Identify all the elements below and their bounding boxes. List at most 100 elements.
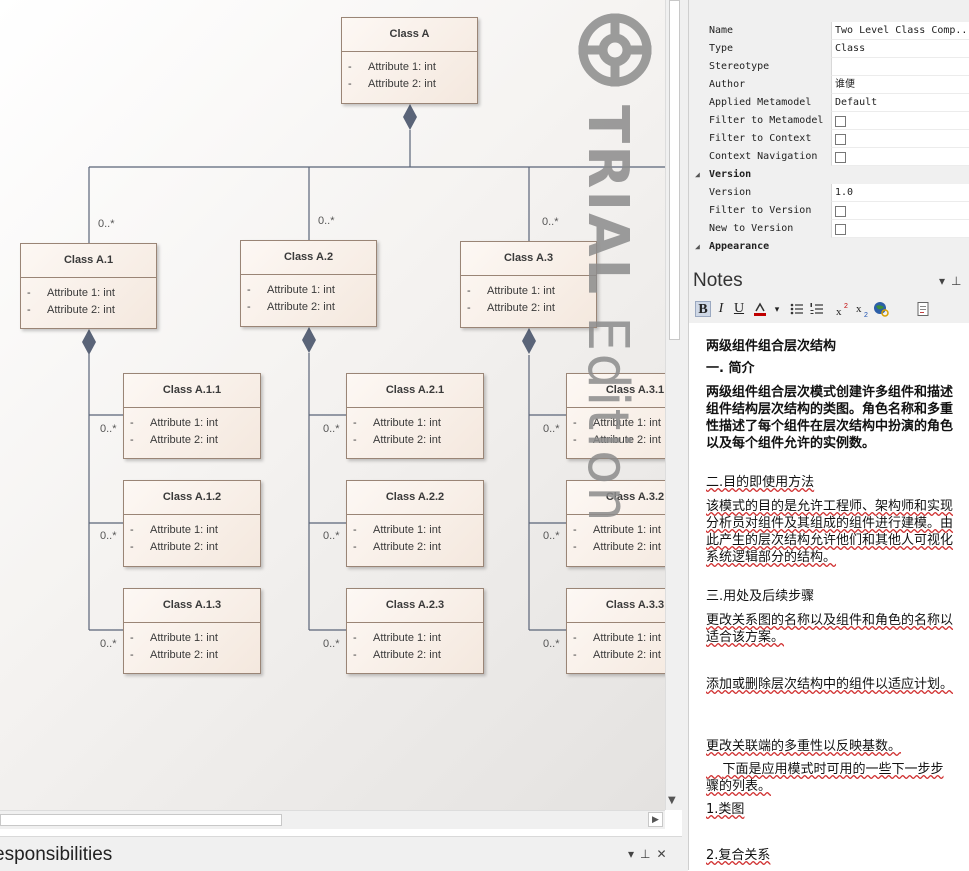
visibility-marker: - [353, 632, 357, 644]
property-section-version[interactable]: ◢ Version [689, 166, 969, 184]
filter-version-checkbox[interactable] [835, 206, 846, 217]
class-box-a11[interactable]: Class A.1.1 - Attribute 1: int - Attribute… [123, 373, 261, 459]
class-attribute[interactable]: - Attribute 2: int [241, 299, 376, 316]
class-attribute[interactable]: - Attribute 2: int [347, 539, 483, 556]
scroll-down-icon[interactable]: ▼ [668, 795, 676, 806]
svg-text:x: x [856, 303, 862, 315]
class-box-a1[interactable]: Class A.1 - Attribute 1: int - Attribute 2… [20, 243, 157, 329]
attribute-text: Attribute 2: int [373, 649, 441, 661]
class-attribute[interactable]: - Attribute 2: int [567, 539, 665, 556]
property-row[interactable]: Name Two Level Class Comp... [689, 22, 969, 40]
visibility-marker: - [130, 649, 134, 661]
class-attribute[interactable]: - Attribute 2: int [124, 647, 260, 664]
class-attribute[interactable]: - Attribute 2: int [567, 647, 665, 664]
dropdown-icon[interactable]: ▾ [628, 847, 640, 861]
property-row[interactable]: Type Class [689, 40, 969, 58]
class-attribute[interactable]: - Attribute 1: int [347, 415, 483, 432]
attribute-text: Attribute 2: int [593, 541, 661, 553]
property-value[interactable]: Class [831, 40, 969, 58]
property-row[interactable]: New to Version [689, 220, 969, 238]
bold-button[interactable]: B [695, 301, 711, 317]
new-to-version-checkbox[interactable] [835, 224, 846, 235]
class-attribute[interactable]: - Attribute 1: int [347, 630, 483, 647]
property-value[interactable] [831, 58, 969, 76]
context-navigation-checkbox[interactable] [835, 152, 846, 163]
notes-editor[interactable]: 两级组件组合层次结构 一. 简介 两级组件组合层次模式创建许多组件和描述组件结构… [689, 323, 969, 870]
subscript-icon[interactable]: x2 [855, 301, 871, 317]
diagram-canvas[interactable]: 0..* 0..* 0..* 0..* 0..* 0..* 0..* 0..* … [0, 0, 665, 810]
multiplicity-label: 0..* [98, 218, 115, 230]
property-key: Author [709, 79, 746, 90]
class-box-a23[interactable]: Class A.2.3 - Attribute 1: int - Attribute… [346, 588, 484, 674]
class-box-a[interactable]: Class A - Attribute 1: int - Attribute 2: … [341, 17, 478, 104]
property-row[interactable]: Applied Metamodel Default [689, 94, 969, 112]
italic-button[interactable]: I [713, 301, 729, 317]
multiplicity-label: 0..* [100, 638, 117, 650]
class-attribute[interactable]: - Attribute 2: int [124, 539, 260, 556]
filter-context-checkbox[interactable] [835, 134, 846, 145]
underline-button[interactable]: U [731, 301, 747, 317]
scroll-right-icon[interactable]: ▶ [648, 812, 663, 827]
class-attribute[interactable]: - Attribute 1: int [567, 630, 665, 647]
class-box-a2[interactable]: Class A.2 - Attribute 1: int - Attribute 2… [240, 240, 377, 327]
property-section-appearance[interactable]: ◢ Appearance [689, 238, 969, 256]
property-row[interactable]: Version 1.0 [689, 184, 969, 202]
attribute-text: Attribute 1: int [150, 524, 218, 536]
bullet-list-icon[interactable] [789, 301, 805, 317]
class-attribute[interactable]: - Attribute 2: int [342, 76, 477, 93]
class-attribute[interactable]: - Attribute 2: int [124, 432, 260, 449]
property-key: Filter to Context [709, 133, 812, 144]
numbered-list-icon[interactable] [809, 301, 825, 317]
class-attribute[interactable]: - Attribute 1: int [567, 522, 665, 539]
class-name: Class A.1.2 [124, 481, 260, 515]
property-row[interactable]: Author 谁便 [689, 76, 969, 94]
class-name: Class A.2.2 [347, 481, 483, 515]
vertical-scrollbar[interactable]: ▼ [665, 0, 683, 810]
property-row[interactable]: Filter to Version [689, 202, 969, 220]
class-attribute[interactable]: - Attribute 1: int [347, 522, 483, 539]
superscript-icon[interactable]: x2 [835, 301, 851, 317]
filter-metamodel-checkbox[interactable] [835, 116, 846, 127]
property-row[interactable]: Filter to Metamodel [689, 112, 969, 130]
class-attribute[interactable]: - Attribute 2: int [347, 432, 483, 449]
notes-panel-controls: ▾⊥ [939, 274, 967, 288]
class-name: Class A.2.3 [347, 589, 483, 623]
property-value[interactable]: Two Level Class Comp... [831, 22, 969, 40]
visibility-marker: - [573, 541, 577, 553]
class-box-a12[interactable]: Class A.1.2 - Attribute 1: int - Attribute… [123, 480, 261, 567]
pin-icon[interactable]: ⊥ [951, 274, 967, 288]
class-box-a13[interactable]: Class A.1.3 - Attribute 1: int - Attribute… [123, 588, 261, 674]
class-attribute[interactable]: - Attribute 1: int [124, 630, 260, 647]
horizontal-scroll-thumb[interactable] [0, 814, 282, 826]
property-value[interactable]: 谁便 [831, 76, 969, 94]
class-attribute[interactable]: - Attribute 2: int [347, 647, 483, 664]
dropdown-icon[interactable]: ▾ [939, 274, 951, 288]
class-box-a33[interactable]: Class A.3.3 - Attribute 1: int - Attribute… [566, 588, 665, 674]
vertical-scroll-thumb[interactable] [669, 0, 680, 340]
attribute-text: Attribute 2: int [267, 301, 335, 313]
class-attribute[interactable]: - Attribute 1: int [124, 415, 260, 432]
collapse-triangle-icon[interactable]: ◢ [695, 166, 700, 184]
property-row[interactable]: Context Navigation [689, 148, 969, 166]
class-box-a21[interactable]: Class A.2.1 - Attribute 1: int - Attribute… [346, 373, 484, 459]
property-value[interactable]: Default [831, 94, 969, 112]
color-dropdown-icon[interactable]: ▾ [769, 301, 785, 317]
property-row[interactable]: Stereotype [689, 58, 969, 76]
pin-icon[interactable]: ⊥ [640, 847, 656, 861]
class-attribute[interactable]: - Attribute 2: int [21, 302, 156, 319]
text-color-icon[interactable] [752, 301, 768, 317]
class-attribute[interactable]: - Attribute 1: int [342, 59, 477, 76]
document-icon[interactable] [915, 301, 931, 317]
property-row[interactable]: Filter to Context [689, 130, 969, 148]
multiplicity-label: 0..* [543, 530, 560, 542]
class-attribute[interactable]: - Attribute 1: int [124, 522, 260, 539]
property-value[interactable]: 1.0 [831, 184, 969, 202]
close-icon[interactable]: ✕ [656, 847, 672, 861]
class-attribute[interactable]: - Attribute 1: int [241, 282, 376, 299]
horizontal-scrollbar[interactable] [0, 810, 665, 829]
class-attribute[interactable]: - Attribute 1: int [21, 285, 156, 302]
hyperlink-globe-icon[interactable] [873, 301, 889, 317]
visibility-marker: - [130, 632, 134, 644]
class-box-a22[interactable]: Class A.2.2 - Attribute 1: int - Attribute… [346, 480, 484, 567]
collapse-triangle-icon[interactable]: ◢ [695, 238, 700, 256]
